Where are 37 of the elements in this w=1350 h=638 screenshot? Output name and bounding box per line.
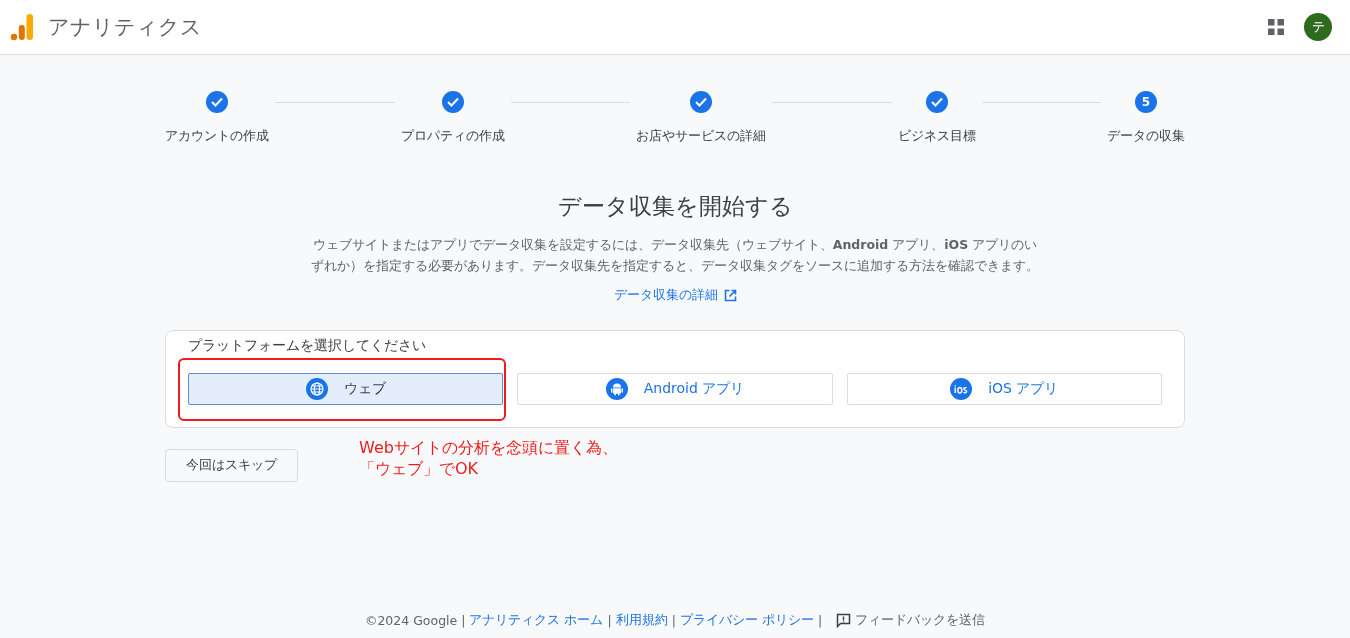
- details-link[interactable]: データ収集の詳細: [613, 286, 718, 304]
- android-robot-icon: [605, 378, 628, 400]
- footer-link[interactable]: 利用規約: [615, 612, 668, 629]
- separator: |: [461, 613, 466, 628]
- footer-link[interactable]: アナリティクス ホーム: [469, 612, 604, 629]
- step-label: お店やサービスの詳細: [636, 127, 766, 145]
- feedback-icon[interactable]: [836, 613, 852, 628]
- annotation-text: Webサイトの分析を念頭に置く為、 「ウェブ」でOK: [359, 437, 618, 479]
- separator: |: [607, 613, 612, 628]
- card-heading: プラットフォームを選択してください: [188, 337, 427, 355]
- step-label: プロパティの作成: [400, 127, 505, 145]
- checkmark-icon: [446, 97, 459, 107]
- apps-grid-icon[interactable]: [1268, 19, 1284, 35]
- step-label: ビジネス目標: [897, 127, 976, 145]
- description-text: ウェブサイトまたはアプリでデータ収集を設定するには、データ収集先（ウェブサイト、Android アプリ、iOS アプリのいずれか）を指定する必要があります。データ収集先を指定すると、データ収集タグをソースに追加する方法を確認できます。: [310, 236, 1040, 275]
- checkmark-icon: [930, 97, 943, 107]
- account-avatar[interactable]: テ: [1304, 13, 1332, 41]
- bar-chart-logo-icon: [10, 13, 34, 41]
- platform-button[interactable]: iOS アプリ: [846, 373, 1162, 405]
- feedback-link[interactable]: フィードバックを送信: [855, 612, 986, 629]
- ios-logo-icon: [950, 378, 973, 400]
- copyright-text: ©2024 Google: [364, 613, 458, 628]
- separator: |: [671, 613, 676, 628]
- platform-button[interactable]: ウェブ: [188, 373, 504, 405]
- globe-icon: [305, 378, 328, 400]
- separator: |: [817, 613, 823, 628]
- footer-link[interactable]: プライバシー ポリシー: [679, 612, 814, 629]
- checkmark-icon: [695, 97, 707, 107]
- skip-button[interactable]: 今回はスキップ: [165, 449, 298, 482]
- step-label: データの収集: [1107, 127, 1185, 145]
- step-number: 5: [1135, 91, 1157, 113]
- step-label: アカウントの作成: [165, 127, 269, 145]
- page-title: データ収集を開始する: [556, 192, 794, 221]
- checkmark-icon: [211, 97, 223, 107]
- platform-button[interactable]: Android アプリ: [517, 373, 833, 405]
- product-name: アナリティクス: [48, 14, 202, 41]
- external-link-icon[interactable]: [723, 288, 737, 302]
